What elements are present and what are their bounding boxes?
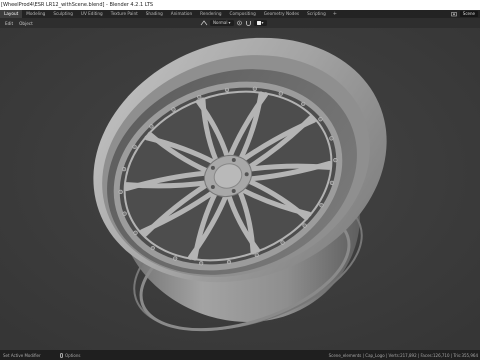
tab-uv-editing[interactable]: UV Editing	[77, 10, 107, 18]
rim-bolt	[329, 180, 334, 185]
lug-hole	[210, 165, 215, 170]
tab-geometry-nodes[interactable]: Geometry Nodes	[260, 10, 303, 18]
tab-compositing[interactable]: Compositing	[226, 10, 260, 18]
tab-modeling[interactable]: Modeling	[22, 10, 49, 18]
rim-bolt	[118, 189, 123, 195]
lug-hole	[210, 184, 215, 189]
status-middle: Options	[60, 352, 81, 358]
add-workspace-button[interactable]: +	[330, 11, 340, 17]
rim-bolt	[150, 245, 155, 251]
rim-bolt	[133, 230, 138, 235]
lug-hole	[231, 157, 236, 162]
rim-bolt	[254, 252, 259, 258]
rim-bolt	[149, 124, 154, 129]
tab-layout[interactable]: Layout	[0, 10, 23, 18]
header-tools: Normal ▾ ▾	[200, 19, 267, 27]
lug-hole	[244, 172, 249, 177]
tab-texture-paint[interactable]: Texture Paint	[107, 10, 142, 18]
rim-bolt	[171, 107, 176, 112]
rim-bolt	[173, 256, 178, 261]
transform-orientation-dropdown[interactable]: Normal ▾	[210, 20, 234, 26]
rim-bolt	[132, 144, 137, 149]
rim-bolt	[197, 94, 202, 100]
wheel-render	[0, 28, 480, 350]
transform-orientation-icon	[200, 20, 208, 26]
rim-bolt	[278, 91, 283, 96]
rim-bolt	[301, 101, 306, 107]
status-left-text: Set Active Modifier	[3, 352, 41, 358]
snap-swatch-icon	[256, 21, 261, 25]
transform-orientation-label: Normal	[213, 20, 228, 25]
3d-viewport[interactable]	[0, 28, 480, 350]
chevron-down-icon: ▾	[228, 20, 231, 25]
workspace-topbar: Layout Modeling Sculpting UV Editing Tex…	[0, 10, 480, 18]
window-titlebar: [WheelProd4\ESR LR12_withScene.blend] - …	[0, 0, 480, 10]
rim-bolt	[226, 259, 232, 265]
menu-object[interactable]: Object	[16, 21, 36, 26]
window-title: [WheelProd4\ESR LR12_withScene.blend] - …	[1, 2, 154, 8]
rim-bolt	[333, 157, 338, 163]
tab-scripting[interactable]: Scripting	[303, 10, 330, 18]
rim-bolt	[319, 203, 324, 208]
scene-icon[interactable]	[450, 11, 457, 17]
rim-bolt	[329, 136, 334, 141]
chevron-down-icon: ▾	[261, 20, 264, 25]
status-scene-stats: Scene_elements | Cap_Logo | Verts:217,89…	[328, 352, 478, 358]
statusbar: Set Active Modifier Options Scene_elemen…	[0, 350, 480, 360]
magnet-icon[interactable]	[245, 20, 252, 26]
viewport-header: Edit Object Normal ▾ ▾	[0, 18, 480, 28]
snap-target-dropdown[interactable]: ▾	[253, 20, 267, 26]
mouse-icon	[60, 352, 63, 358]
rim-bolt	[122, 211, 127, 216]
lug-hole	[231, 188, 236, 193]
scene-name-field[interactable]: Scene	[459, 11, 478, 17]
rim-bolt	[280, 240, 285, 245]
rim-bolt	[302, 223, 307, 228]
tab-sculpting[interactable]: Sculpting	[49, 10, 77, 18]
rim-bolt	[122, 167, 127, 172]
rim-bolt	[252, 86, 257, 91]
tab-animation[interactable]: Animation	[167, 10, 196, 18]
rim-bolt	[224, 87, 230, 93]
status-middle-text: Options	[65, 352, 81, 358]
tab-shading[interactable]: Shading	[142, 10, 167, 18]
scene-selector: Scene	[450, 10, 478, 18]
pivot-icon[interactable]	[236, 20, 243, 26]
tab-rendering[interactable]: Rendering	[196, 10, 225, 18]
menu-edit[interactable]: Edit	[2, 21, 16, 26]
rim-bolt	[318, 117, 323, 122]
rim-bolt	[199, 261, 204, 266]
